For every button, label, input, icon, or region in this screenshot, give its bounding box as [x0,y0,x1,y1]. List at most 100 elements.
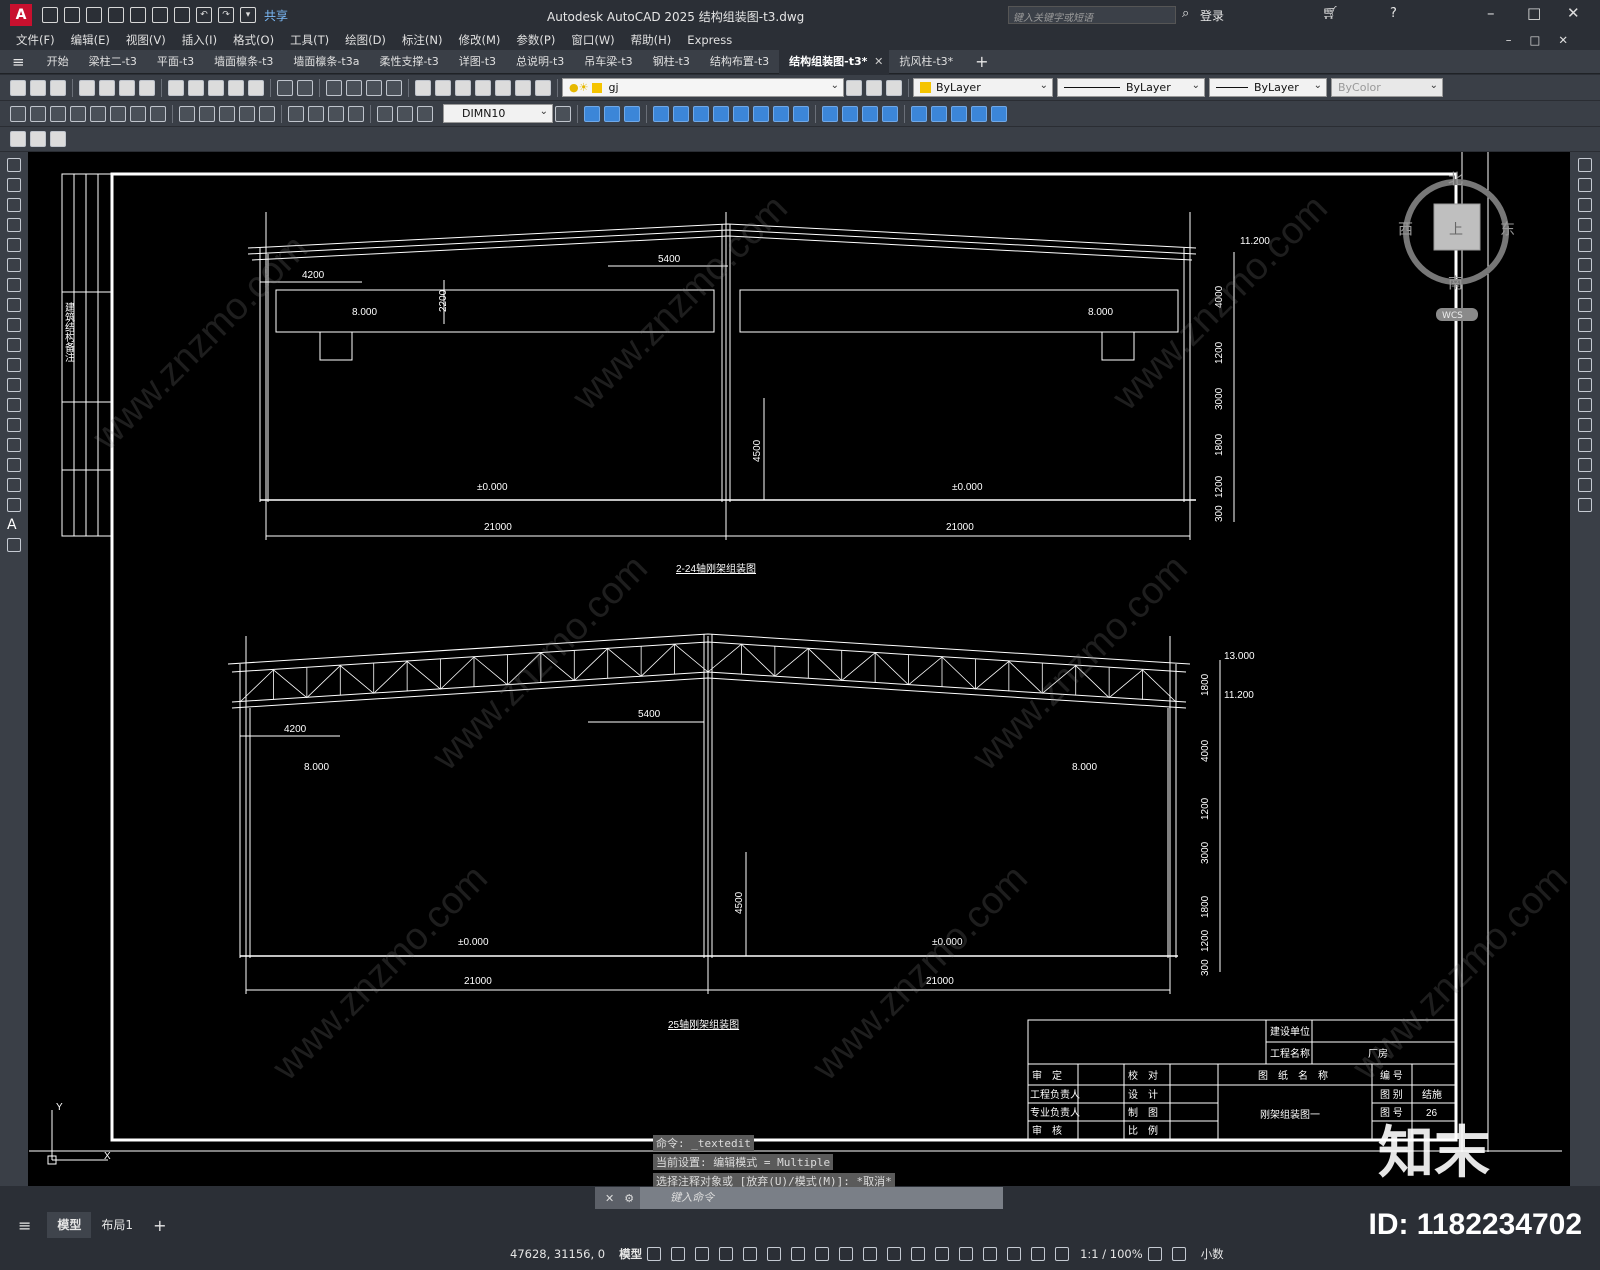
tab-file[interactable]: 结构布置-t3 [700,50,779,74]
infer-constraints-icon[interactable] [695,1247,710,1261]
modify-tool-icon[interactable] [733,105,749,122]
match-properties-icon[interactable] [228,79,244,96]
color-dropdown[interactable]: ByLayer ⌄ [913,78,1053,97]
rotate-icon[interactable] [1578,278,1592,292]
login-button[interactable]: 登录 [1200,7,1224,24]
menu-tools[interactable]: 工具(T) [290,32,329,48]
jogged-dim-icon[interactable] [110,105,126,122]
3d-osnap-icon[interactable] [935,1247,950,1261]
cut-icon[interactable] [168,79,184,96]
continue-dim-icon[interactable] [219,105,235,122]
plot-preview-icon[interactable] [99,79,115,96]
menu-dimension[interactable]: 标注(N) [402,32,443,48]
dim-space-icon[interactable] [239,105,255,122]
solid-tool-icon[interactable] [991,105,1007,122]
modify-tool-icon[interactable] [624,105,640,122]
viewcube-east[interactable]: 东 [1500,220,1515,238]
minimize-button[interactable]: – [1487,4,1495,22]
construction-line-icon[interactable] [7,178,21,192]
units-setting[interactable]: 小数 [1201,1246,1224,1262]
plotstyle-dropdown[interactable]: ByColor ⌄ [1331,78,1443,97]
tab-file[interactable]: 平面-t3 [147,50,204,74]
menu-view[interactable]: 视图(V) [126,32,166,48]
baseline-dim-icon[interactable] [199,105,215,122]
linetype-dropdown[interactable]: ByLayer ⌄ [1057,78,1205,97]
gizmo-icon[interactable] [1007,1247,1022,1261]
modify-tool-icon[interactable] [653,105,669,122]
copy-object-icon[interactable] [1578,178,1592,192]
sheet-set-icon[interactable] [475,79,491,96]
dynamic-input-icon[interactable] [719,1247,734,1261]
zoom-previous-icon[interactable] [386,79,402,96]
diameter-dim-icon[interactable] [130,105,146,122]
search-input[interactable]: 键入关键字或短语 [1008,6,1176,24]
workspace-icon[interactable] [1147,1247,1162,1261]
polar-tracking-icon[interactable] [767,1247,782,1261]
hatch-icon[interactable] [7,438,21,452]
modify-tool-icon[interactable] [753,105,769,122]
scale-icon[interactable] [1578,298,1592,312]
command-input[interactable]: 键入命令 [640,1187,1003,1209]
menu-modify[interactable]: 修改(M) [459,32,501,48]
publish-icon[interactable] [119,79,135,96]
object-snap-icon[interactable] [839,1247,854,1261]
copy-icon[interactable] [188,79,204,96]
dynamic-ucs-icon[interactable] [959,1247,974,1261]
point-icon[interactable] [7,418,21,432]
redo-icon[interactable] [297,79,313,96]
paste-icon[interactable] [208,79,224,96]
tab-start[interactable]: 开始 [37,50,79,74]
break-at-point-icon[interactable] [1578,378,1592,392]
solid-tool-icon[interactable] [951,105,967,122]
annotation-scale[interactable]: 1:1 / 100% [1080,1247,1143,1261]
maximize-button[interactable]: □ [1527,4,1541,22]
customize-icon[interactable]: ⚙ [624,1192,634,1205]
annotation-visibility-icon[interactable] [1031,1247,1046,1261]
mirror-icon[interactable] [1578,198,1592,212]
block-editor-icon[interactable] [248,79,264,96]
add-selected-icon[interactable] [7,538,21,552]
rectangle-icon[interactable] [7,238,21,252]
circle-icon[interactable] [7,278,21,292]
layer-properties-icon[interactable] [886,79,902,96]
isometric-icon[interactable] [791,1247,806,1261]
break-icon[interactable] [1578,398,1592,412]
selection-filter-icon[interactable] [983,1247,998,1261]
menu-insert[interactable]: 插入(I) [182,32,217,48]
edit-table-icon[interactable] [10,131,26,147]
tab-file[interactable]: 墙面檩条-t3 [204,50,283,74]
tool-palettes-icon[interactable] [455,79,471,96]
join-icon[interactable] [1578,418,1592,432]
chamfer-icon[interactable] [1578,438,1592,452]
tab-file[interactable]: 墙面檩条-t3a [283,50,369,74]
modify-tool-icon[interactable] [693,105,709,122]
viewcube-north[interactable]: 北 [1448,170,1463,188]
pan-icon[interactable] [326,79,342,96]
properties-icon[interactable] [415,79,431,96]
viewcube-south[interactable]: 南 [1448,274,1463,292]
layer-dropdown[interactable]: ●☀ gj ⌄ [562,78,844,97]
web-open-icon[interactable] [130,7,146,23]
stretch-icon[interactable] [1578,318,1592,332]
explode-icon[interactable] [1578,498,1592,512]
blend-curves-icon[interactable] [1578,478,1592,492]
table-icon[interactable] [7,498,21,512]
search-icon[interactable]: ⌕ [1182,6,1189,21]
gradient-icon[interactable] [7,458,21,472]
modify-tool-icon[interactable] [584,105,600,122]
save-as-icon[interactable] [108,7,124,23]
polyline-icon[interactable] [7,198,21,212]
viewcube-west[interactable]: 西 [1398,220,1413,238]
markup-icon[interactable] [495,79,511,96]
quick-dim-icon[interactable] [179,105,195,122]
aligned-dim-icon[interactable] [30,105,46,122]
spline-icon[interactable] [7,318,21,332]
tab-active-file[interactable]: 结构组装图-t3* ✕ [779,49,890,74]
solid-tool-icon[interactable] [911,105,927,122]
erase-icon[interactable] [1578,158,1592,172]
open-file-icon[interactable] [64,7,80,23]
solid-tool-icon[interactable] [882,105,898,122]
modify-tool-icon[interactable] [604,105,620,122]
angular-dim-icon[interactable] [150,105,166,122]
attribute-icon[interactable] [50,131,66,147]
